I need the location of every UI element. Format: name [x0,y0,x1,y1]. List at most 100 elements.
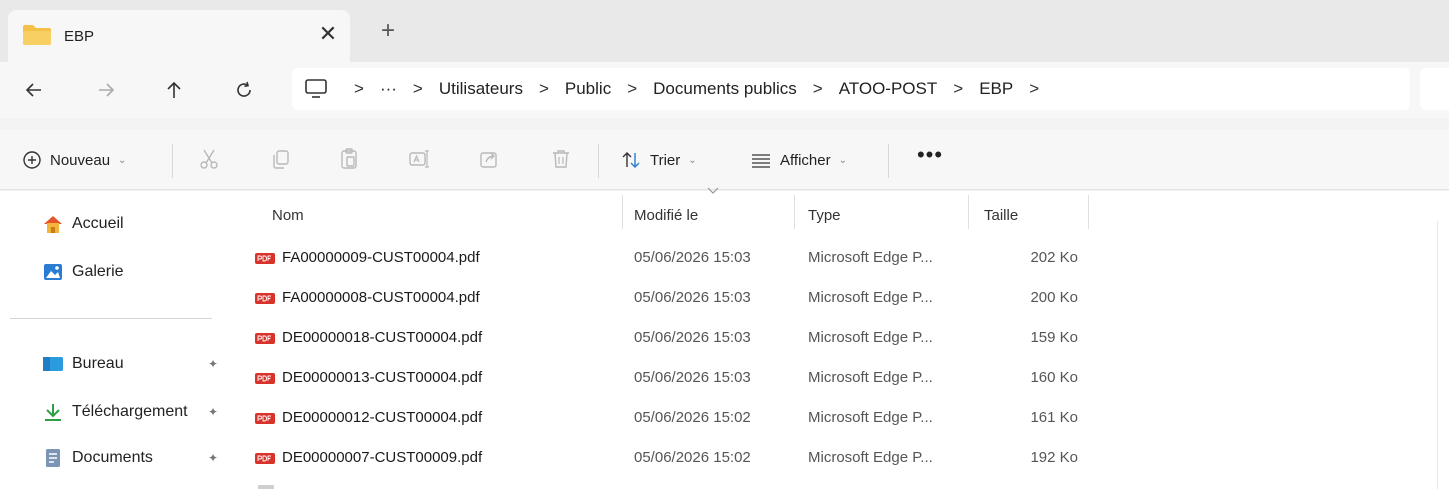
column-header-modified[interactable]: Modifié le [634,201,698,231]
pdf-file-icon [255,373,275,384]
toolbar-divider [888,144,889,178]
delete-button[interactable] [546,144,576,174]
sidebar-item-telechargement[interactable]: Téléchargement ✦ [42,397,228,427]
new-button[interactable]: Nouveau ⌄ [22,142,126,178]
toolbar-divider [598,144,599,178]
share-icon [480,152,497,168]
file-type: Microsoft Edge P... [808,289,933,306]
up-button[interactable] [154,70,194,110]
breadcrumb-overflow-button[interactable]: ··· [380,79,397,99]
sidebar-item-label: Accueil [72,215,124,232]
back-button[interactable] [14,70,54,110]
file-size: 200 Ko [1030,289,1078,306]
breadcrumb-atoo-post[interactable]: ATOO-POST [839,79,938,99]
file-modified: 05/06/2026 15:02 [634,449,751,466]
forward-button[interactable] [86,70,126,110]
file-name-cell: DE00000007-CUST00009.pdf [254,438,482,478]
sort-button[interactable]: Trier ⌄ [620,142,697,178]
scissors-icon [200,149,218,169]
file-name: DE00000007-CUST00009.pdf [282,449,483,466]
sidebar-item-label: Bureau [72,355,124,372]
breadcrumb-documents-publics[interactable]: Documents publics [653,79,797,99]
file-row[interactable]: DE00000012-CUST00004.pdf 05/06/2026 15:0… [228,398,1088,438]
file-type: Microsoft Edge P... [808,449,933,466]
column-divider[interactable] [1088,195,1089,229]
sidebar-item-accueil[interactable]: Accueil [42,209,228,239]
breadcrumb-public[interactable]: Public [565,79,611,99]
sidebar-item-label: Documents [72,449,153,466]
address-bar[interactable]: > ··· > Utilisateurs > Public > Document… [292,68,1410,110]
file-list: Nom Modifié le Type Taille FA00000009-CU… [228,187,1449,489]
view-button[interactable]: Afficher ⌄ [750,142,847,178]
breadcrumb: > ··· > Utilisateurs > Public > Document… [354,68,1055,110]
column-divider[interactable] [968,195,969,229]
sidebar-item-label: Téléchargement [72,403,188,420]
file-size: 192 Ko [1030,449,1078,466]
breadcrumb-separator: > [412,79,423,98]
chevron-down-icon: ⌄ [118,154,127,166]
breadcrumb-separator: > [953,79,964,98]
breadcrumb-ebp[interactable]: EBP [979,79,1013,99]
breadcrumb-utilisateurs[interactable]: Utilisateurs [439,79,523,99]
file-row[interactable]: DE00000013-CUST00004.pdf 05/06/2026 15:0… [228,358,1088,398]
column-header-name[interactable]: Nom [272,201,304,231]
file-size: 160 Ko [1030,369,1078,386]
arrow-up-icon [167,81,181,98]
breadcrumb-expand-chevron[interactable]: > [1029,79,1039,99]
rename-button[interactable] [404,144,434,174]
file-size: 161 Ko [1030,409,1078,426]
breadcrumb-separator: > [627,79,638,98]
pdf-file-icon [255,453,275,464]
toolbar-divider [172,144,173,178]
refresh-button[interactable] [224,70,264,110]
file-name: DE00000013-CUST00004.pdf [282,369,483,386]
tab-close-button[interactable]: ✕ [314,20,342,48]
paste-button[interactable] [334,144,364,174]
more-options-button[interactable]: ••• [912,144,948,174]
file-modified: 05/06/2026 15:03 [634,329,751,346]
sort-icon [622,152,640,168]
share-button[interactable] [474,144,504,174]
file-modified: 05/06/2026 15:03 [634,289,751,306]
search-box[interactable] [1420,68,1449,110]
view-lines-icon [752,154,770,168]
file-type: Microsoft Edge P... [808,329,933,346]
pin-icon: ✦ [207,451,218,465]
explorer-body: Accueil Galerie Bureau ✦ Téléchargement … [0,187,1449,489]
copy-button[interactable] [266,144,296,174]
trash-icon [553,150,569,168]
file-size: 159 Ko [1030,329,1078,346]
command-bar: Nouveau ⌄ Trier ⌄ Afficher ⌄ ••• [0,130,1449,190]
paste-icon [341,148,357,169]
column-header-size[interactable]: Taille [984,201,1018,231]
vertical-scrollbar[interactable] [1437,221,1449,489]
sidebar-item-bureau[interactable]: Bureau ✦ [42,349,228,379]
pdf-file-icon [255,413,275,424]
file-row[interactable]: DE00000007-CUST00009.pdf 05/06/2026 15:0… [228,438,1088,478]
column-divider[interactable] [622,195,623,229]
tab-bar: EBP ✕ + [0,0,1449,62]
file-name: FA00000008-CUST00004.pdf [282,289,480,306]
cut-button[interactable] [194,144,224,174]
file-name: FA00000009-CUST00004.pdf [282,249,480,266]
file-name-cell: DE00000018-CUST00004.pdf [254,318,482,358]
sort-descending-icon [707,187,719,194]
tab-ebp[interactable]: EBP ✕ [8,10,350,62]
breadcrumb-separator: > [812,79,823,98]
rename-icon [409,150,429,168]
file-row[interactable]: DE00000018-CUST00004.pdf 05/06/2026 15:0… [228,318,1088,358]
pdf-file-icon [255,293,275,304]
sidebar-item-documents[interactable]: Documents ✦ [42,443,228,473]
column-divider[interactable] [794,195,795,229]
chevron-down-icon: ⌄ [838,154,847,166]
file-name-cell: FA00000009-CUST00004.pdf [254,238,480,278]
sidebar-item-label: Galerie [72,263,124,280]
sidebar-item-galerie[interactable]: Galerie [42,257,228,287]
file-row[interactable]: FA00000008-CUST00004.pdf 05/06/2026 15:0… [228,278,1088,318]
file-name-cell: FA00000008-CUST00004.pdf [254,278,480,318]
new-tab-button[interactable]: + [374,17,402,45]
column-header-type[interactable]: Type [808,201,841,231]
sort-button-label: Trier [650,151,681,169]
pdf-file-icon [255,253,275,264]
file-row[interactable]: FA00000009-CUST00004.pdf 05/06/2026 15:0… [228,238,1088,278]
